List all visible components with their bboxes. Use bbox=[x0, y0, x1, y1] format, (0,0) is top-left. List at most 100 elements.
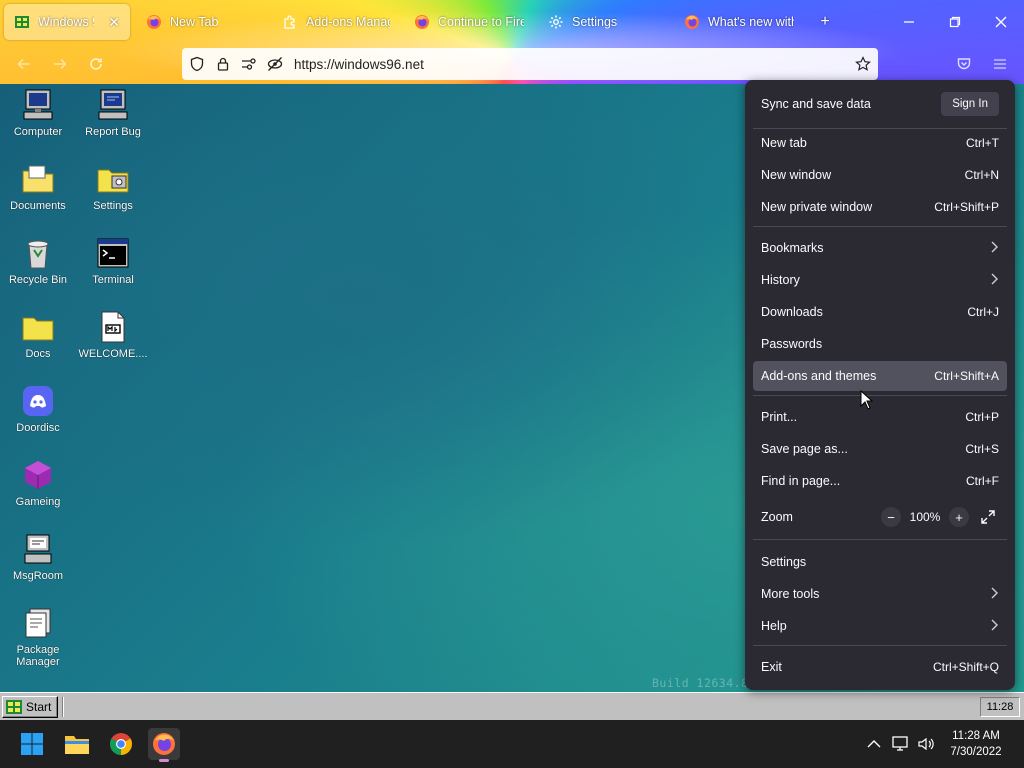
menu-item-label: Save page as... bbox=[761, 442, 848, 456]
firefox-taskbar-button[interactable] bbox=[148, 728, 180, 762]
recycle-bin-icon bbox=[27, 240, 49, 269]
close-window-button[interactable] bbox=[986, 8, 1016, 36]
desktop-icon-label: MsgRoom bbox=[12, 570, 64, 582]
menu-item-history[interactable]: History bbox=[753, 265, 1007, 295]
menu-item-exit[interactable]: Exit Ctrl+Shift+Q bbox=[753, 652, 1007, 682]
taskbar-clock[interactable]: 11:28 AM 7/30/2022 bbox=[936, 728, 1016, 760]
desktop-icon-welcome[interactable]: WELCOME.... bbox=[75, 310, 151, 360]
desktop-icon-recycle-bin[interactable]: Recycle Bin bbox=[0, 236, 76, 286]
close-tab-icon[interactable]: ✕ bbox=[108, 14, 120, 31]
menu-item-bookmarks[interactable]: Bookmarks bbox=[753, 233, 1007, 263]
tab-continue-firefox[interactable]: Continue to Firef bbox=[404, 4, 534, 40]
menu-item-shortcut: Ctrl+Shift+A bbox=[934, 369, 999, 383]
menu-item-label: Zoom bbox=[761, 510, 793, 524]
restore-button[interactable] bbox=[940, 8, 970, 36]
fullscreen-button[interactable] bbox=[977, 506, 999, 528]
url-bar[interactable]: https://windows96.net bbox=[182, 48, 878, 80]
sign-in-button[interactable]: Sign In bbox=[941, 92, 999, 116]
desktop-icon-gameing[interactable]: Gameing bbox=[0, 458, 76, 508]
menu-item-zoom: Zoom − 100% + bbox=[753, 502, 1007, 532]
settings-icon bbox=[97, 169, 129, 193]
menu-item-new-window[interactable]: New window Ctrl+N bbox=[753, 160, 1007, 190]
minimize-button[interactable] bbox=[894, 8, 924, 36]
chrome-button[interactable] bbox=[105, 728, 137, 760]
tab-label: Windows 96 bbox=[38, 15, 94, 29]
desktop-icon-report-bug[interactable]: Report Bug bbox=[75, 88, 151, 138]
menu-item-label: Bookmarks bbox=[761, 241, 824, 255]
menu-item-print[interactable]: Print... Ctrl+P bbox=[753, 402, 1007, 432]
lock-icon[interactable] bbox=[210, 48, 236, 80]
tab-label: Add-ons Manag bbox=[306, 15, 390, 29]
desktop-icon-package-manager[interactable]: Package Manager bbox=[0, 606, 76, 668]
desktop-icon-docs[interactable]: Docs bbox=[0, 310, 76, 360]
network-icon bbox=[892, 736, 908, 751]
network-status-button[interactable] bbox=[891, 734, 911, 754]
desktop-icon-computer[interactable]: Computer bbox=[0, 88, 76, 138]
volume-button[interactable] bbox=[916, 734, 936, 754]
menu-item-new-tab[interactable]: New tab Ctrl+T bbox=[753, 128, 1007, 158]
speaker-icon bbox=[918, 737, 934, 751]
pocket-button[interactable] bbox=[954, 54, 974, 74]
forward-button[interactable] bbox=[50, 54, 70, 74]
desktop-icon-msgroom[interactable]: MsgRoom bbox=[0, 532, 76, 582]
navigation-toolbar: https://windows96.net bbox=[0, 44, 1024, 84]
desktop-icon-settings[interactable]: Settings bbox=[75, 162, 151, 212]
menu-item-addons-and-themes[interactable]: Add-ons and themes Ctrl+Shift+A bbox=[753, 361, 1007, 391]
build-version-text: Build 12634.8 bbox=[652, 676, 749, 690]
menu-item-label: Downloads bbox=[761, 305, 823, 319]
permissions-icon[interactable] bbox=[236, 48, 262, 80]
desktop-icon-label: Recycle Bin bbox=[8, 274, 68, 286]
reload-button[interactable] bbox=[86, 54, 106, 74]
menu-item-find-in-page[interactable]: Find in page... Ctrl+F bbox=[753, 466, 1007, 496]
new-tab-button[interactable]: + bbox=[810, 8, 840, 36]
forward-arrow-icon bbox=[54, 58, 67, 70]
windows-taskbar: 11:28 AM 7/30/2022 bbox=[0, 720, 1024, 768]
menu-item-label: History bbox=[761, 273, 800, 287]
desktop-icon-label: Package Manager bbox=[16, 644, 60, 668]
menu-divider bbox=[753, 226, 1007, 227]
menu-item-new-private-window[interactable]: New private window Ctrl+Shift+P bbox=[753, 192, 1007, 222]
show-hidden-icons-button[interactable] bbox=[864, 734, 884, 754]
menu-item-label: New tab bbox=[761, 136, 807, 150]
menu-item-label: Print... bbox=[761, 410, 798, 424]
tab-addons-manager[interactable]: Add-ons Manag bbox=[272, 4, 400, 40]
menu-item-label: Help bbox=[761, 619, 787, 633]
autoplay-blocked-icon[interactable] bbox=[262, 48, 288, 80]
menu-divider bbox=[753, 395, 1007, 396]
bookmark-star-icon[interactable] bbox=[850, 48, 876, 80]
desktop-icon-doordisc[interactable]: Doordisc bbox=[0, 384, 76, 434]
app-menu-button[interactable] bbox=[990, 54, 1010, 74]
menu-item-settings[interactable]: Settings bbox=[753, 547, 1007, 577]
zoom-in-button[interactable]: + bbox=[949, 507, 969, 527]
tab-label: Continue to Firef bbox=[438, 15, 524, 29]
taskbar-divider bbox=[62, 697, 64, 717]
menu-item-downloads[interactable]: Downloads Ctrl+J bbox=[753, 297, 1007, 327]
tracking-protection-icon[interactable] bbox=[184, 48, 210, 80]
tab-whats-new[interactable]: What's new with bbox=[674, 4, 804, 40]
tab-new-tab[interactable]: New Tab bbox=[136, 4, 266, 40]
firefox-icon bbox=[146, 14, 162, 30]
menu-item-save-page-as[interactable]: Save page as... Ctrl+S bbox=[753, 434, 1007, 464]
file-explorer-button[interactable] bbox=[61, 728, 93, 760]
desktop-icon-terminal[interactable]: Terminal bbox=[75, 236, 151, 286]
plus-icon: + bbox=[820, 13, 830, 30]
menu-item-label: More tools bbox=[761, 587, 820, 601]
tab-windows96[interactable]: Windows 96 ✕ bbox=[4, 4, 130, 40]
zoom-out-button[interactable]: − bbox=[881, 507, 901, 527]
restore-icon bbox=[949, 16, 961, 28]
menu-item-more-tools[interactable]: More tools bbox=[753, 579, 1007, 609]
menu-item-help[interactable]: Help bbox=[753, 611, 1007, 641]
tab-label: Settings bbox=[572, 15, 618, 29]
win96-start-button[interactable]: Start bbox=[2, 696, 58, 718]
mouse-cursor-icon bbox=[860, 390, 874, 410]
tab-settings[interactable]: Settings bbox=[538, 4, 668, 40]
menu-item-passwords[interactable]: Passwords bbox=[753, 329, 1007, 359]
desktop-icon-documents[interactable]: Documents bbox=[0, 162, 76, 212]
chevron-right-icon bbox=[989, 272, 999, 288]
menu-item-label: Add-ons and themes bbox=[761, 369, 877, 383]
windows-start-button[interactable] bbox=[16, 728, 48, 760]
gear-icon bbox=[548, 14, 564, 30]
back-arrow-icon bbox=[17, 58, 30, 70]
back-button[interactable] bbox=[14, 54, 34, 74]
zoom-level[interactable]: 100% bbox=[901, 510, 949, 524]
